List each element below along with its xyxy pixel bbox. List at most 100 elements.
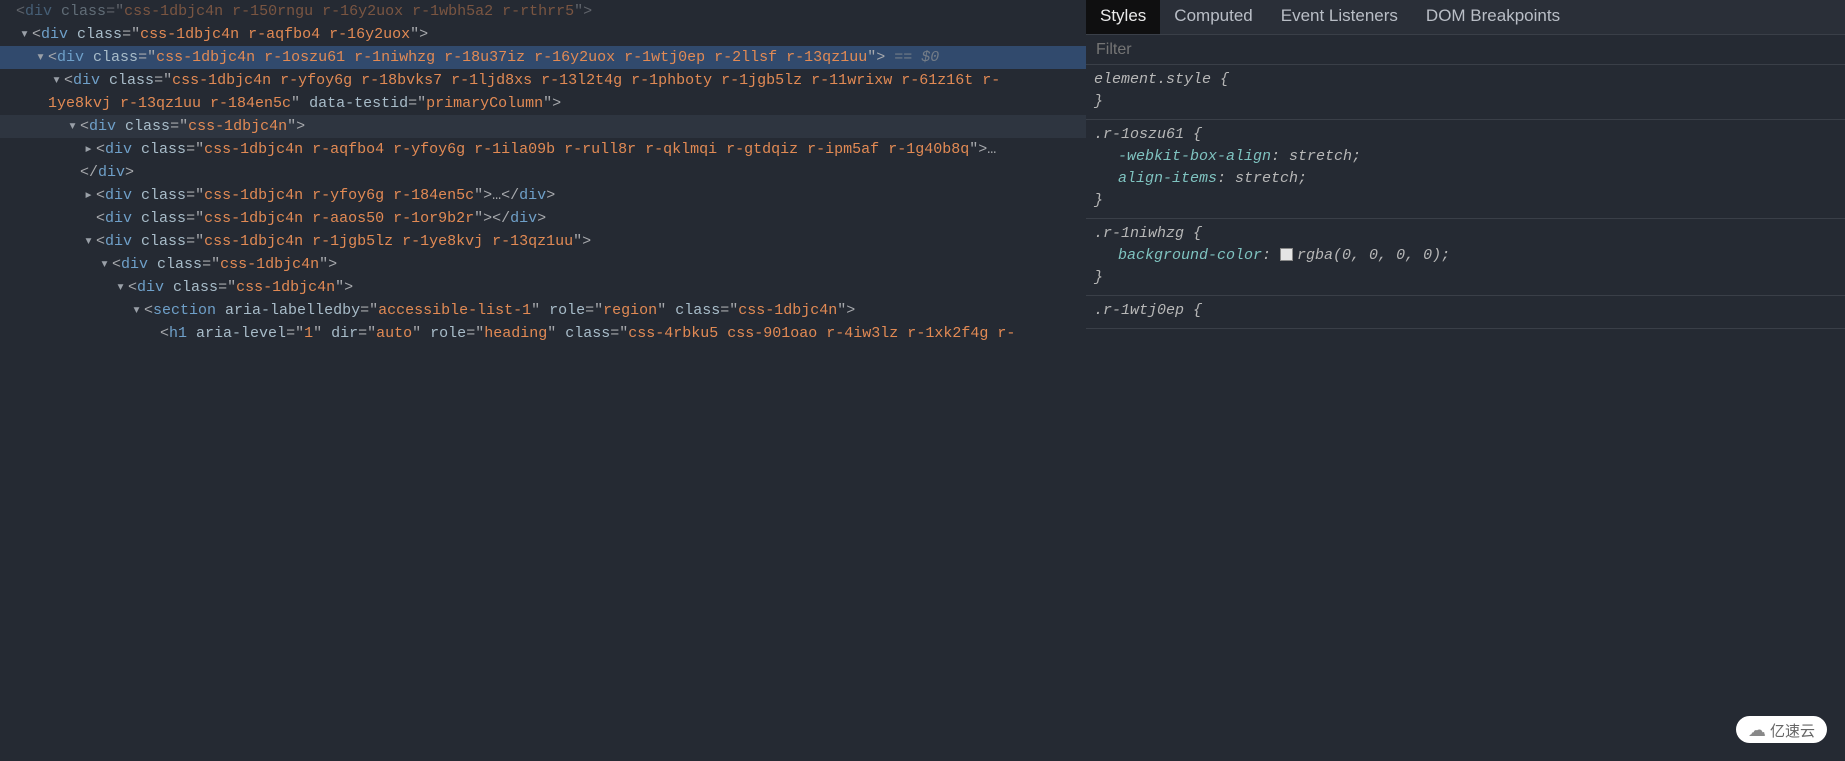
- dom-token-punct: =": [218, 279, 236, 296]
- dom-tree-line[interactable]: 1ye8kvj r-13qz1uu r-184en5c" data-testid…: [0, 92, 1086, 115]
- brace-close: }: [1094, 192, 1103, 209]
- expand-arrow-icon[interactable]: [36, 47, 48, 68]
- tab-event-listeners[interactable]: Event Listeners: [1267, 0, 1412, 34]
- dom-token-val: css-1dbjc4n: [220, 256, 319, 273]
- dom-token-punct: =": [286, 325, 304, 342]
- dom-token-attr: class: [141, 233, 186, 250]
- css-prop-value[interactable]: stretch;: [1235, 170, 1307, 187]
- dom-token-punct: <: [96, 187, 105, 204]
- dom-token-punct: ": [547, 325, 565, 342]
- dom-tree-line[interactable]: <section aria-labelledby="accessible-lis…: [0, 299, 1086, 322]
- dom-tree-line[interactable]: <div class="css-1dbjc4n r-aqfbo4 r-16y2u…: [0, 23, 1086, 46]
- css-declaration[interactable]: align-items: stretch;: [1094, 168, 1835, 190]
- css-selector[interactable]: .r-1oszu61: [1094, 126, 1193, 143]
- dom-token-punct: ": [291, 95, 309, 112]
- css-rule[interactable]: element.style {}: [1086, 65, 1845, 120]
- dom-token-punct: ">: [474, 187, 492, 204]
- css-selector[interactable]: .r-1wtj0ep: [1094, 302, 1193, 319]
- tab-styles[interactable]: Styles: [1086, 0, 1160, 34]
- css-declaration[interactable]: background-color: rgba(0, 0, 0, 0);: [1094, 245, 1835, 267]
- dom-token-punct: <: [16, 3, 25, 20]
- brace-open: {: [1193, 126, 1202, 143]
- css-prop-name[interactable]: align-items: [1118, 170, 1217, 187]
- dom-token-punct: [148, 256, 157, 273]
- dom-token-tag: div: [98, 164, 125, 181]
- dom-token-tag: div: [137, 279, 164, 296]
- dom-token-punct: =": [106, 3, 124, 20]
- dom-token-attr: class: [141, 187, 186, 204]
- dom-token-val: css-1dbjc4n r-yfoy6g r-184en5c: [204, 187, 474, 204]
- tab-dom-breakpoints[interactable]: DOM Breakpoints: [1412, 0, 1574, 34]
- dom-token-tag: div: [41, 26, 68, 43]
- styles-filter-input[interactable]: [1096, 41, 1835, 59]
- dom-token-punct: [132, 210, 141, 227]
- dom-token-val: css-1dbjc4n r-1jgb5lz r-1ye8kvj r-13qz1u…: [204, 233, 573, 250]
- dom-tree-line[interactable]: <div class="css-1dbjc4n r-aaos50 r-1or9b…: [0, 207, 1086, 230]
- dom-token-tag: section: [153, 302, 216, 319]
- dom-tree-line[interactable]: <div class="css-1dbjc4n r-1oszu61 r-1niw…: [0, 46, 1086, 69]
- dom-token-punct: [84, 49, 93, 66]
- expand-arrow-icon[interactable]: [84, 231, 96, 252]
- dom-token-tag: div: [105, 141, 132, 158]
- dom-token-punct: ": [657, 302, 675, 319]
- dom-token-punct: "></: [474, 210, 510, 227]
- css-rule-selector-line: element.style {: [1094, 69, 1835, 91]
- dom-token-tag: div: [89, 118, 116, 135]
- dom-token-punct: ">: [410, 26, 428, 43]
- expand-arrow-icon[interactable]: [132, 300, 144, 321]
- dom-token-val: region: [603, 302, 657, 319]
- css-prop-value[interactable]: stretch;: [1289, 148, 1361, 165]
- dom-tree[interactable]: <div class="css-1dbjc4n r-150rngu r-16y2…: [0, 0, 1086, 345]
- dom-tree-line[interactable]: <div class="css-1dbjc4n r-1jgb5lz r-1ye8…: [0, 230, 1086, 253]
- dom-token-punct: ">: [335, 279, 353, 296]
- css-declaration[interactable]: -webkit-box-align: stretch;: [1094, 146, 1835, 168]
- brace-close: }: [1094, 93, 1103, 110]
- dom-tree-line[interactable]: </div>: [0, 161, 1086, 184]
- dom-token-attr: class: [141, 141, 186, 158]
- color-swatch-icon[interactable]: [1280, 248, 1293, 261]
- dom-token-punct: =": [186, 141, 204, 158]
- dom-token-attr: class: [77, 26, 122, 43]
- expand-arrow-icon[interactable]: [68, 116, 80, 137]
- css-rule[interactable]: .r-1wtj0ep {: [1086, 296, 1845, 329]
- css-rule[interactable]: .r-1niwhzg {background-color: rgba(0, 0,…: [1086, 219, 1845, 296]
- dom-token-attr: class: [675, 302, 720, 319]
- dom-tree-line[interactable]: <div class="css-1dbjc4n r-yfoy6g r-184en…: [0, 184, 1086, 207]
- dom-token-attr: class: [157, 256, 202, 273]
- expand-arrow-icon[interactable]: [20, 24, 32, 45]
- tab-computed[interactable]: Computed: [1160, 0, 1266, 34]
- expand-arrow-icon[interactable]: [100, 254, 112, 275]
- dom-token-val: css-1dbjc4n r-yfoy6g r-18bvks7 r-1ljd8xs…: [172, 72, 1000, 89]
- dom-tree-line[interactable]: <div class="css-1dbjc4n">: [0, 115, 1086, 138]
- dom-token-attr: aria-level: [196, 325, 286, 342]
- dom-tree-line[interactable]: <h1 aria-level="1" dir="auto" role="head…: [0, 322, 1086, 345]
- expand-arrow-icon[interactable]: [116, 277, 128, 298]
- dom-tree-line[interactable]: <div class="css-1dbjc4n">: [0, 253, 1086, 276]
- expand-arrow-icon[interactable]: [84, 139, 96, 160]
- dom-token-punct: >: [537, 210, 546, 227]
- dom-tree-line[interactable]: <div class="css-1dbjc4n r-150rngu r-16y2…: [0, 0, 1086, 23]
- css-prop-value[interactable]: rgba(0, 0, 0, 0);: [1297, 247, 1450, 264]
- dom-tree-line[interactable]: <div class="css-1dbjc4n">: [0, 276, 1086, 299]
- dom-token-punct: [132, 233, 141, 250]
- brace-close: }: [1094, 269, 1103, 286]
- dom-tree-line[interactable]: <div class="css-1dbjc4n r-aqfbo4 r-yfoy6…: [0, 138, 1086, 161]
- css-prop-name[interactable]: -webkit-box-align: [1118, 148, 1271, 165]
- dom-token-punct: =": [585, 302, 603, 319]
- css-selector[interactable]: element.style: [1094, 71, 1220, 88]
- styles-panel: Styles Computed Event Listeners DOM Brea…: [1086, 0, 1845, 761]
- expand-arrow-icon[interactable]: [52, 70, 64, 91]
- css-selector[interactable]: .r-1niwhzg: [1094, 225, 1193, 242]
- dom-token-attr: class: [93, 49, 138, 66]
- dom-token-punct: ">: [867, 49, 894, 66]
- elements-panel[interactable]: <div class="css-1dbjc4n r-150rngu r-16y2…: [0, 0, 1086, 761]
- expand-arrow-icon[interactable]: [84, 185, 96, 206]
- dom-token-punct: ">: [837, 302, 855, 319]
- cloud-icon: ☁: [1748, 720, 1766, 741]
- dom-token-tag: div: [121, 256, 148, 273]
- dom-tree-line[interactable]: <div class="css-1dbjc4n r-yfoy6g r-18bvk…: [0, 69, 1086, 92]
- css-prop-name[interactable]: background-color: [1118, 247, 1262, 264]
- dom-token-val: css-1dbjc4n: [236, 279, 335, 296]
- css-rule[interactable]: .r-1oszu61 {-webkit-box-align: stretch;a…: [1086, 120, 1845, 219]
- watermark: ☁ 亿速云: [1736, 716, 1827, 743]
